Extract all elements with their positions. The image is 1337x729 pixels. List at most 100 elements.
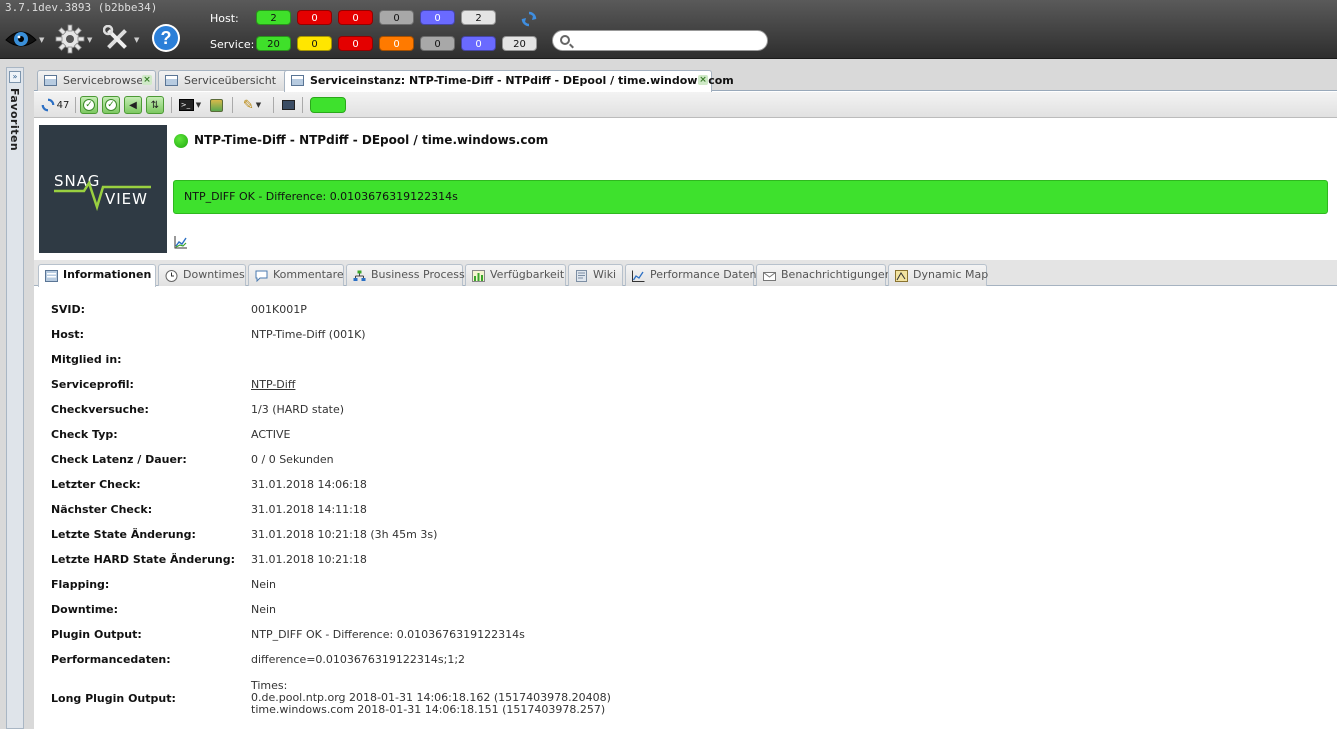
info-value: NTP-Diff <box>251 378 295 391</box>
long-output-line: time.windows.com 2018-01-31 14:06:18.151… <box>251 703 606 716</box>
info-value: 31.01.2018 14:06:18 <box>251 478 367 491</box>
tab-label: Performance Daten <box>650 268 757 281</box>
tab-label: Wiki <box>593 268 617 281</box>
monitor-icon[interactable] <box>279 96 297 114</box>
info-label: Long Plugin Output: <box>51 692 176 705</box>
refresh-button[interactable]: 47 <box>38 96 72 114</box>
tab-label: Business Process <box>371 268 465 281</box>
info-label: Letzte State Änderung: <box>51 528 196 541</box>
service-toolbar: 47 ✓ ✓ ◀ ⇅ >_ ▼ ✎ ▼ <box>34 92 1337 118</box>
info-row: Checkversuche: 1/3 (HARD state) <box>51 399 1321 419</box>
info-value: difference=0.0103676319122314s;1;2 <box>251 653 466 666</box>
status-count-badge[interactable]: 0 <box>297 36 332 51</box>
favorites-panel[interactable]: » Favoriten <box>6 67 24 729</box>
recheck-button[interactable]: ✓ <box>102 96 120 114</box>
status-count-badge[interactable]: 0 <box>420 10 455 25</box>
check-icon: ✓ <box>83 99 95 111</box>
app-version: 3.7.1dev.3893 (b2bbe34) <box>5 1 158 14</box>
info-label: Performancedaten: <box>51 653 171 666</box>
tab-kommentare[interactable]: Kommentare <box>248 264 344 286</box>
sync-button[interactable]: ⇅ <box>146 96 164 114</box>
line-chart-icon <box>632 269 645 282</box>
info-row: Letzte State Änderung: 31.01.2018 10:21:1… <box>51 524 1321 544</box>
refresh-icon <box>41 98 54 112</box>
tab-label: Benachrichtigungen <box>781 268 892 281</box>
search-box[interactable] <box>552 30 768 51</box>
search-input[interactable] <box>575 33 761 48</box>
eye-menu-caret[interactable]: ▼ <box>39 36 44 44</box>
info-row: Check Latenz / Dauer: 0 / 0 Sekunden <box>51 449 1321 469</box>
info-value: ACTIVE <box>251 428 291 441</box>
tools-icon[interactable] <box>101 23 133 55</box>
gear-icon[interactable] <box>54 23 86 55</box>
tab-label: Serviceinstanz: NTP-Time-Diff - NTPdiff … <box>310 74 734 87</box>
tab-verfügbarkeit[interactable]: Verfügbarkeit <box>465 264 566 286</box>
graph-icon[interactable] <box>174 235 188 249</box>
edit-menu-button[interactable]: ✎ ▼ <box>238 96 266 114</box>
info-row: Mitglied in: <box>51 349 1321 369</box>
status-count-badge[interactable]: 0 <box>379 36 414 51</box>
comment-icon <box>255 269 268 283</box>
expand-favorites-button[interactable]: » <box>9 71 21 83</box>
view-tabbar: Servicebrowser × Serviceübersicht × Serv… <box>34 67 1337 92</box>
status-count-badge[interactable]: 0 <box>338 36 373 51</box>
tab-dynamic-map[interactable]: Dynamic Map <box>888 264 989 286</box>
status-count-badge[interactable]: 0 <box>338 10 373 25</box>
host-status-label: Host: <box>210 12 239 25</box>
wiki-icon <box>575 269 588 282</box>
bar-chart-icon <box>472 269 485 282</box>
arrows-icon: ⇅ <box>146 96 164 114</box>
svg-text:VIEW: VIEW <box>105 190 148 208</box>
clock-icon <box>165 269 178 282</box>
status-count-badge[interactable]: 2 <box>256 10 291 25</box>
info-row: Check Typ: ACTIVE <box>51 424 1321 444</box>
tab-business-process[interactable]: Business Process <box>346 264 465 286</box>
status-count-badge[interactable]: 20 <box>256 36 291 51</box>
help-icon[interactable]: ? <box>150 22 182 54</box>
status-count-badge[interactable]: 0 <box>461 36 496 51</box>
tab-informationen[interactable]: Informationen <box>38 264 156 287</box>
info-icon <box>45 269 58 282</box>
service-title: NTP-Time-Diff - NTPdiff - DEpool / time.… <box>194 133 549 147</box>
tab-servicebrowser[interactable]: Servicebrowser × <box>37 70 156 91</box>
status-count-badge[interactable]: 2 <box>461 10 496 25</box>
snagview-logo: SNAG VIEW <box>39 125 167 253</box>
tab-downtimes[interactable]: Downtimes <box>158 264 246 286</box>
sound-button[interactable]: ◀ <box>124 96 142 114</box>
acknowledge-button[interactable]: ✓ <box>80 96 98 114</box>
tools-menu-caret[interactable]: ▼ <box>134 36 139 44</box>
settings-menu-caret[interactable]: ▼ <box>87 36 92 44</box>
info-label: Mitglied in: <box>51 353 122 366</box>
info-label: Nächster Check: <box>51 503 153 516</box>
status-indicator-button[interactable] <box>310 96 346 114</box>
serviceprofile-link[interactable]: NTP-Diff <box>251 378 295 391</box>
refresh-icon[interactable] <box>520 10 538 28</box>
terminal-menu-button[interactable]: >_ ▼ <box>177 96 203 114</box>
status-count-badge[interactable]: 0 <box>420 36 455 51</box>
stack-icon[interactable] <box>207 96 225 114</box>
tab-benachrichtigungen[interactable]: Benachrichtigungen <box>756 264 892 286</box>
mail-icon <box>763 269 776 281</box>
grid-icon <box>44 75 57 86</box>
close-icon[interactable]: × <box>142 75 152 85</box>
grid-icon <box>165 75 178 86</box>
tab-wiki[interactable]: Wiki <box>568 264 623 286</box>
status-count-badge[interactable]: 0 <box>379 10 414 25</box>
info-value: 0 / 0 Sekunden <box>251 453 334 466</box>
status-count-badge[interactable]: 0 <box>297 10 332 25</box>
tab-serviceinstanz[interactable]: Serviceinstanz: NTP-Time-Diff - NTPdiff … <box>284 70 734 92</box>
info-row-long-output: Long Plugin Output: Times: 0.de.pool.ntp.o… <box>51 680 1321 726</box>
terminal-icon: >_ <box>178 99 194 111</box>
main-panel: Servicebrowser × Serviceübersicht × Serv… <box>34 67 1337 729</box>
close-icon[interactable]: × <box>698 75 708 85</box>
info-label: Downtime: <box>51 603 119 616</box>
info-label: Flapping: <box>51 578 110 591</box>
status-count-badge[interactable]: 20 <box>502 36 537 51</box>
info-value: 31.01.2018 14:11:18 <box>251 503 367 516</box>
eye-icon[interactable] <box>4 24 38 52</box>
info-label: Plugin Output: <box>51 628 142 641</box>
tab-label: Verfügbarkeit <box>490 268 565 281</box>
grid-icon <box>291 75 304 86</box>
tab-performance-daten[interactable]: Performance Daten <box>625 264 757 286</box>
tab-label: Dynamic Map <box>913 268 989 281</box>
